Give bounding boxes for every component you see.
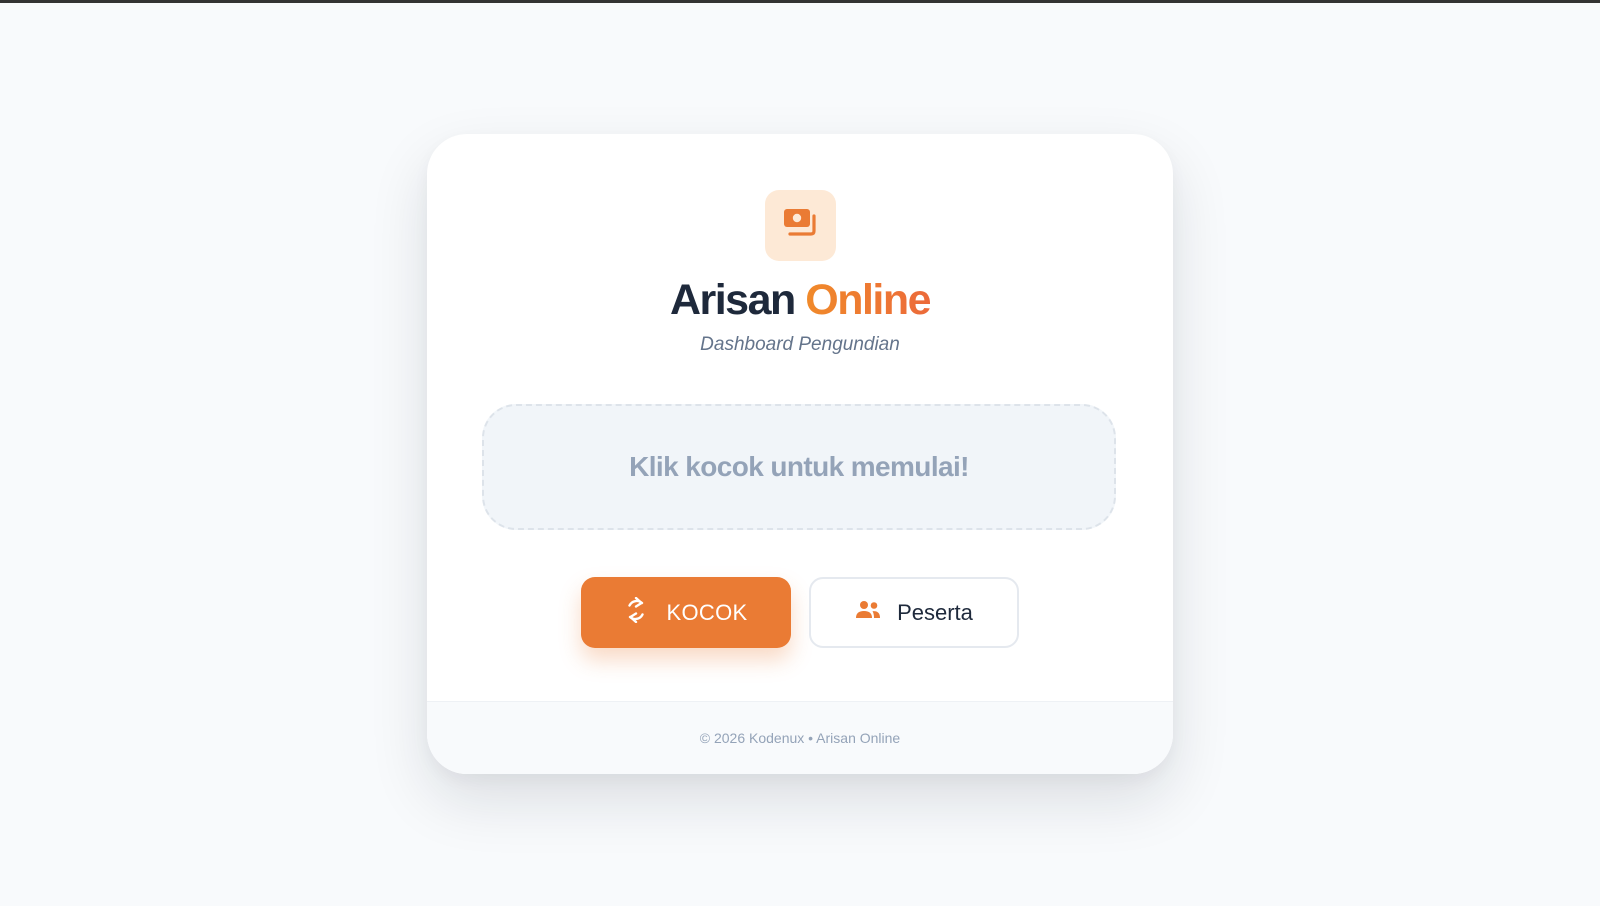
refresh-icon	[625, 596, 647, 629]
draw-result-text: Klik kocok untuk memulai!	[629, 451, 969, 482]
app-title-main: Arisan	[669, 276, 796, 324]
footer-copyright: © 2026 Kodenux • Arisan Online	[699, 730, 901, 746]
shuffle-button[interactable]: KOCOK	[581, 577, 791, 648]
app-title-accent: Online	[805, 276, 931, 324]
participants-button[interactable]: Peserta	[809, 577, 1019, 648]
shuffle-button-label: KOCOK	[666, 599, 748, 625]
app-logo	[765, 190, 836, 261]
users-icon	[855, 600, 881, 626]
window-top-border	[0, 0, 1600, 3]
draw-result-panel: Klik kocok untuk memulai!	[482, 404, 1116, 530]
app-subtitle: Dashboard Pengundian	[700, 334, 900, 355]
money-stack-icon	[782, 207, 820, 244]
app-title: Arisan Online	[427, 274, 1173, 326]
main-card: Arisan Online Dashboard Pengundian Klik …	[427, 134, 1173, 774]
participants-button-label: Peserta	[897, 599, 973, 625]
card-footer: © 2026 Kodenux • Arisan Online	[427, 701, 1173, 774]
